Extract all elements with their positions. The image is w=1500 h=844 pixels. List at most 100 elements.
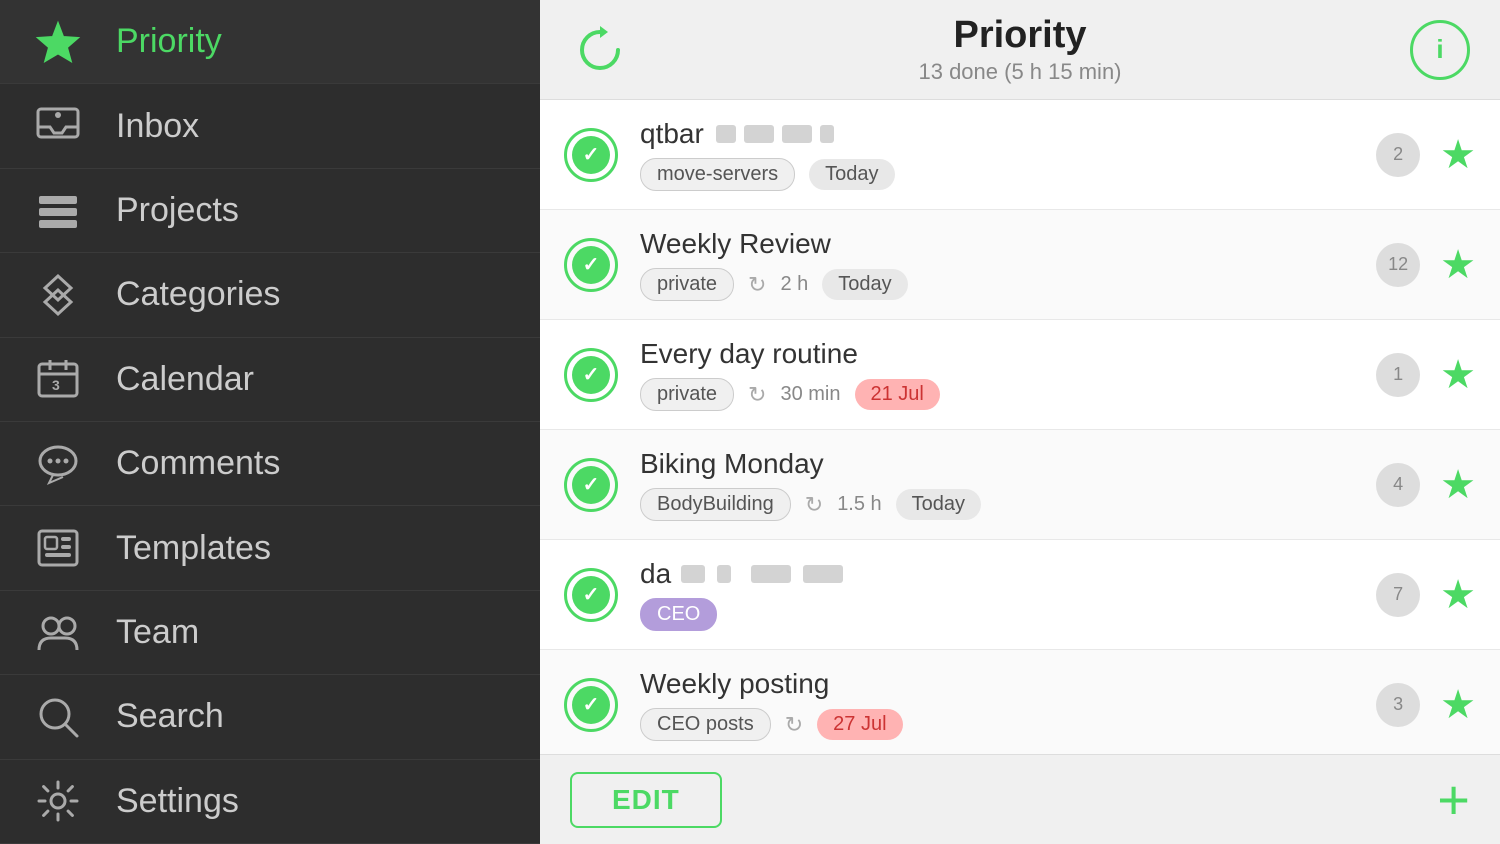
task-right-2: 12 ★ xyxy=(1376,242,1476,288)
edit-button[interactable]: EDIT xyxy=(570,772,722,828)
sidebar-item-calendar[interactable]: 3 Calendar xyxy=(0,338,540,422)
task-right-1: 2 ★ xyxy=(1376,132,1476,178)
task-date: Today xyxy=(809,159,894,190)
categories-icon xyxy=(30,267,86,323)
task-list: qtbar move-servers Today 2 ★ xyxy=(540,100,1500,754)
calendar-icon: 3 xyxy=(30,351,86,407)
task-meta-5: CEO xyxy=(640,598,1376,631)
task-title-4: Biking Monday xyxy=(640,448,1376,480)
star-button[interactable]: ★ xyxy=(1440,242,1476,288)
task-tag: BodyBuilding xyxy=(640,488,791,521)
sidebar-label-priority: Priority xyxy=(116,22,222,61)
task-content-2: Weekly Review private ↻ 2 h Today xyxy=(640,228,1376,301)
comment-badge: 3 xyxy=(1376,683,1420,727)
svg-text:3: 3 xyxy=(52,377,60,393)
task-row: da CEO 7 ★ xyxy=(540,540,1500,650)
comment-badge: 7 xyxy=(1376,573,1420,617)
comments-icon xyxy=(30,436,86,492)
info-button[interactable]: i xyxy=(1410,20,1470,80)
task-row: qtbar move-servers Today 2 ★ xyxy=(540,100,1500,210)
task-check-5[interactable] xyxy=(564,568,618,622)
task-row: Weekly posting CEO posts ↻ 27 Jul 3 ★ xyxy=(540,650,1500,754)
header-title-block: Priority 13 done (5 h 15 min) xyxy=(918,14,1121,85)
sidebar-label-projects: Projects xyxy=(116,191,239,230)
inbox-icon xyxy=(30,98,86,154)
task-title-1: qtbar xyxy=(640,118,1376,150)
blur-block xyxy=(803,565,843,583)
blur-block xyxy=(716,125,736,143)
check-icon xyxy=(572,576,610,614)
check-icon xyxy=(572,246,610,284)
task-tag: CEO posts xyxy=(640,708,771,741)
task-tag: private xyxy=(640,378,734,411)
check-icon xyxy=(572,356,610,394)
task-check-4[interactable] xyxy=(564,458,618,512)
task-check-6[interactable] xyxy=(564,678,618,732)
task-duration: 1.5 h xyxy=(837,493,881,516)
star-button[interactable]: ★ xyxy=(1440,132,1476,178)
sidebar-item-priority[interactable]: Priority xyxy=(0,0,540,84)
blur-block xyxy=(782,125,812,143)
sidebar-item-templates[interactable]: Templates xyxy=(0,506,540,590)
task-content-5: da CEO xyxy=(640,558,1376,631)
task-date-overdue: 27 Jul xyxy=(817,709,902,740)
projects-icon xyxy=(30,183,86,239)
comment-badge: 12 xyxy=(1376,243,1420,287)
task-tag-ceo: CEO xyxy=(640,598,717,631)
task-duration: 2 h xyxy=(780,273,808,296)
star-button[interactable]: ★ xyxy=(1440,572,1476,618)
task-title-3: Every day routine xyxy=(640,338,1376,370)
sidebar-label-inbox: Inbox xyxy=(116,107,199,146)
task-row: Every day routine private ↻ 30 min 21 Ju… xyxy=(540,320,1500,430)
recur-icon: ↻ xyxy=(805,492,823,518)
sidebar-label-categories: Categories xyxy=(116,275,280,314)
blur-block xyxy=(717,565,731,583)
task-row: Weekly Review private ↻ 2 h Today 12 ★ xyxy=(540,210,1500,320)
sidebar-item-search[interactable]: Search xyxy=(0,675,540,759)
main-footer: EDIT + xyxy=(540,754,1500,844)
task-meta-2: private ↻ 2 h Today xyxy=(640,268,1376,301)
task-meta-3: private ↻ 30 min 21 Jul xyxy=(640,378,1376,411)
task-right-3: 1 ★ xyxy=(1376,352,1476,398)
task-tag: move-servers xyxy=(640,158,795,191)
task-date-overdue: 21 Jul xyxy=(855,379,940,410)
task-duration: 30 min xyxy=(780,383,840,406)
task-check-1[interactable] xyxy=(564,128,618,182)
search-icon xyxy=(30,689,86,745)
task-meta-4: BodyBuilding ↻ 1.5 h Today xyxy=(640,488,1376,521)
task-title-5: da xyxy=(640,558,1376,590)
check-icon xyxy=(572,466,610,504)
blur-block xyxy=(751,565,791,583)
task-content-4: Biking Monday BodyBuilding ↻ 1.5 h Today xyxy=(640,448,1376,521)
settings-icon xyxy=(30,773,86,829)
star-button[interactable]: ★ xyxy=(1440,352,1476,398)
task-title-6: Weekly posting xyxy=(640,668,1376,700)
sidebar-item-categories[interactable]: Categories xyxy=(0,253,540,337)
task-meta-6: CEO posts ↻ 27 Jul xyxy=(640,708,1376,741)
sidebar-item-projects[interactable]: Projects xyxy=(0,169,540,253)
comment-badge: 1 xyxy=(1376,353,1420,397)
task-row: Biking Monday BodyBuilding ↻ 1.5 h Today… xyxy=(540,430,1500,540)
star-button[interactable]: ★ xyxy=(1440,682,1476,728)
sidebar-item-comments[interactable]: Comments xyxy=(0,422,540,506)
task-meta-1: move-servers Today xyxy=(640,158,1376,191)
task-check-2[interactable] xyxy=(564,238,618,292)
comment-badge: 4 xyxy=(1376,463,1420,507)
task-content-6: Weekly posting CEO posts ↻ 27 Jul xyxy=(640,668,1376,741)
blur-block xyxy=(744,125,774,143)
task-right-6: 3 ★ xyxy=(1376,682,1476,728)
sidebar-item-team[interactable]: Team xyxy=(0,591,540,675)
sidebar-label-comments: Comments xyxy=(116,444,280,483)
page-title: Priority xyxy=(918,14,1121,57)
add-button[interactable]: + xyxy=(1437,772,1470,828)
star-button[interactable]: ★ xyxy=(1440,462,1476,508)
task-right-5: 7 ★ xyxy=(1376,572,1476,618)
refresh-button[interactable] xyxy=(570,20,630,80)
recur-icon: ↻ xyxy=(748,382,766,408)
sidebar-item-settings[interactable]: Settings xyxy=(0,760,540,844)
sidebar-label-settings: Settings xyxy=(116,782,239,821)
sidebar-label-templates: Templates xyxy=(116,529,271,568)
task-check-3[interactable] xyxy=(564,348,618,402)
check-icon xyxy=(572,136,610,174)
sidebar-item-inbox[interactable]: Inbox xyxy=(0,84,540,168)
